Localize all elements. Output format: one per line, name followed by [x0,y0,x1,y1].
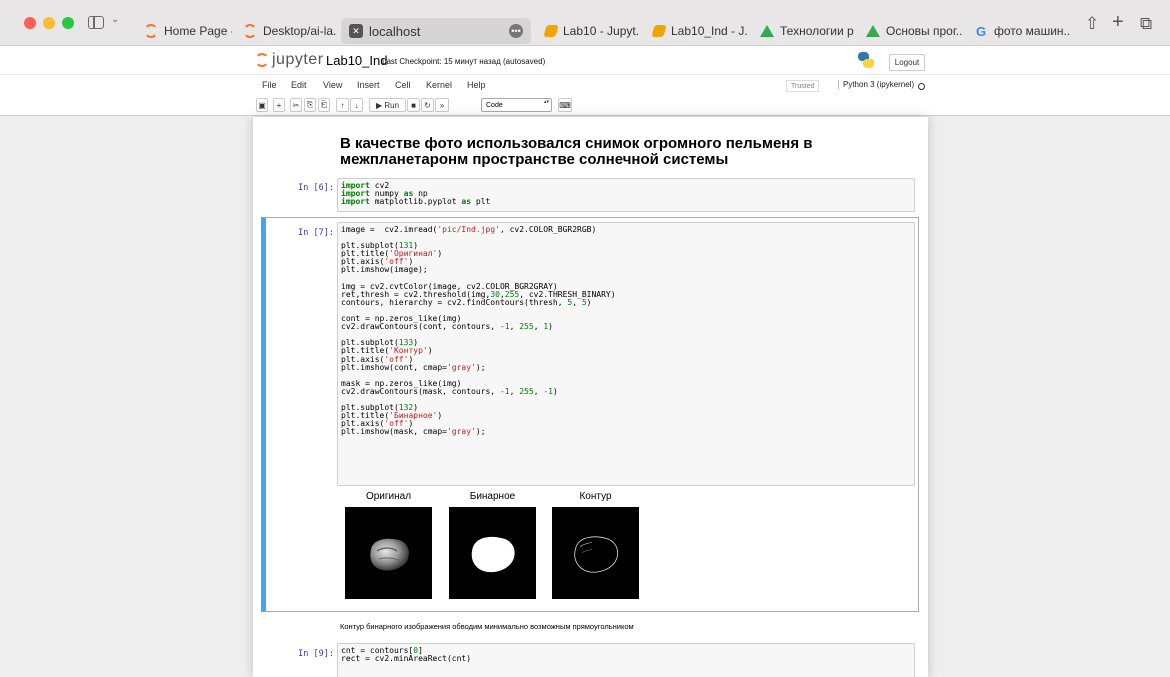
python-logo-icon [858,52,874,68]
code-cell[interactable]: cnt = contours[0] rect = cv2.minAreaRect… [337,643,915,677]
code-line: plt.title('Контур') [341,346,433,356]
jupyter-logo-icon[interactable] [255,53,269,67]
browser-tab[interactable]: Lab10 - Jupyt... [537,18,640,44]
logout-button[interactable]: Logout [889,54,925,71]
minimize-window-button[interactable] [43,17,55,29]
plot-title-original: Оригинал [365,491,412,502]
plot-title-contour: Контур [579,491,612,502]
browser-tab[interactable]: Основы прог... [858,18,962,44]
menu-edit[interactable]: Edit [291,80,307,90]
menu-insert[interactable]: Insert [357,80,380,90]
drive-icon [866,25,880,37]
restart-icon[interactable]: ↻ [421,98,434,112]
browser-tab[interactable]: Lab10_Ind - J... [645,18,747,44]
browser-tab[interactable]: Desktop/ai-la... [235,18,337,44]
tab-overview-icon[interactable]: ⧉ [1140,14,1152,34]
jupyter-icon [243,24,257,38]
google-icon: G [975,23,987,39]
close-window-button[interactable] [24,17,36,29]
paste-icon[interactable]: ⎗ [318,98,330,112]
lab-icon [651,25,667,37]
save-icon[interactable]: ▣ [256,98,268,112]
code-line: plt.title('Бинарное') [341,411,443,421]
sidebar-toggle-icon[interactable] [88,16,104,29]
code-line: rect = cv2.minAreaRect(cnt) [341,654,472,664]
code-line: image = cv2.imread('pic/Ind.jpg', cv2.CO… [341,225,597,234]
share-icon[interactable]: ⇧ [1085,14,1099,34]
close-tab-icon[interactable]: ••• [509,24,523,38]
menu-file[interactable]: File [262,80,277,90]
checkpoint-status: Last Checkpoint: 15 минут назад (autosav… [382,57,546,66]
keyboard-icon[interactable]: ⌨ [558,98,572,112]
browser-tab[interactable]: G фото машин... [966,18,1070,44]
cell-type-select[interactable]: Code [481,98,552,112]
drive-icon [760,25,774,37]
menu-kernel[interactable]: Kernel [426,80,452,90]
kernel-status-icon [918,83,925,90]
code-line: plt.imshow(mask, cmap='gray'); [341,427,486,437]
play-icon: ▶ [375,100,385,110]
code-line: import matplotlib.pyplot as plt [341,197,491,207]
code-line: cv2.drawContours(mask, contours, -1, 255… [341,386,558,396]
input-prompt: In [7]: [298,228,334,238]
browser-tab[interactable]: Технологии р... [752,18,854,44]
code-line: cv2.drawContours(cont, contours, -1, 255… [341,322,553,332]
code-line: plt.imshow(image); [341,265,428,275]
menu-cell[interactable]: Cell [395,80,411,90]
input-prompt: In [6]: [298,183,334,193]
localhost-icon: ✕ [349,24,363,38]
code-line: contours, hierarchy = cv2.findContours(t… [341,297,592,307]
code-line: plt.imshow(cont, cmap='gray'); [341,362,486,372]
plot-title-binary: Бинарное [469,491,516,502]
jupyter-icon [144,24,158,38]
kernel-name: Python 3 (ipykernel) [838,80,914,89]
plot-binary-image [449,507,536,599]
jupyter-header: jupyter Lab10_Ind Last Checkpoint: 15 ми… [0,46,1170,74]
menu-help[interactable]: Help [467,80,486,90]
jupyter-logo-text[interactable]: jupyter [272,51,324,69]
browser-tab-active[interactable]: ✕ localhost ••• [341,18,531,44]
lab-icon [543,25,559,37]
code-cell[interactable]: import cv2 import numpy as np import mat… [337,178,915,212]
menubar: File Edit View Insert Cell Kernel Help T… [0,74,1170,96]
code-cell[interactable]: image = cv2.imread('pic/Ind.jpg', cv2.CO… [337,222,915,486]
markdown-heading: В качестве фото использовался снимок огр… [340,135,813,168]
notebook-title[interactable]: Lab10_Ind [326,53,387,68]
menu-view[interactable]: View [323,80,342,90]
chevron-down-icon[interactable]: ⌄ [111,14,119,25]
code-line: plt.title('Оригинал') [341,249,443,259]
move-up-icon[interactable]: ↑ [336,98,349,112]
browser-tab[interactable]: Home Page -... [136,18,232,44]
browser-toolbar: ⌄ Home Page -... Desktop/ai-la... ✕ loca… [0,0,1170,46]
zoom-window-button[interactable] [62,17,74,29]
interrupt-icon[interactable]: ■ [407,98,420,112]
notebook-toolbar: ▣ + ✂ ⎘ ⎗ ↑ ↓ ▶ Run ■ ↻ » Code ⌨ [0,96,1170,116]
trusted-indicator[interactable]: Trusted [786,80,820,92]
cut-icon[interactable]: ✂ [290,98,302,112]
run-button[interactable]: ▶ Run [369,98,406,112]
fast-forward-icon[interactable]: » [435,98,449,112]
markdown-text: Контур бинарного изображения обводим мин… [340,622,634,631]
plot-contour-image [552,507,639,599]
new-tab-icon[interactable]: + [1112,11,1124,34]
insert-cell-icon[interactable]: + [273,98,285,112]
plot-original-image [345,507,432,599]
move-down-icon[interactable]: ↓ [350,98,363,112]
input-prompt: In [9]: [298,649,334,659]
copy-icon[interactable]: ⎘ [304,98,316,112]
